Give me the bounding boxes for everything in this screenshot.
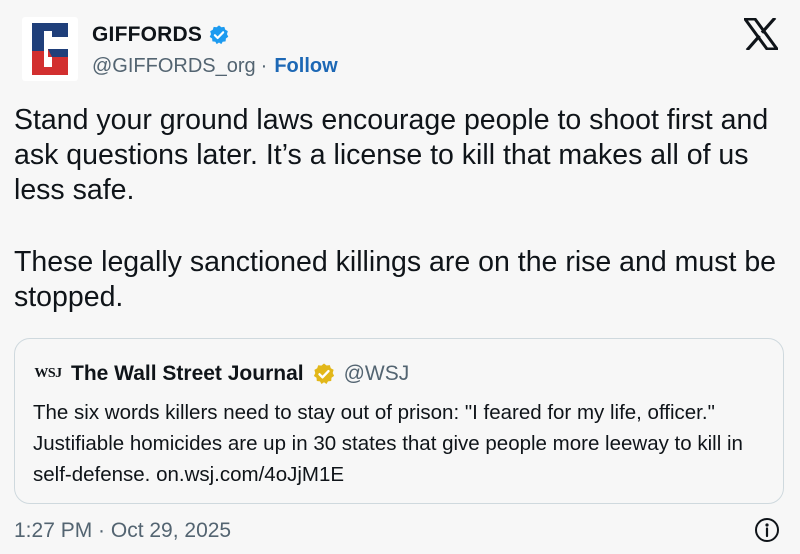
info-icon[interactable]: [754, 517, 780, 543]
quoted-tweet-card[interactable]: WSJ The Wall Street Journal @WSJ The six…: [14, 338, 784, 504]
follow-button[interactable]: Follow: [274, 55, 337, 78]
quote-author-name[interactable]: The Wall Street Journal: [71, 362, 304, 386]
author-display-name[interactable]: GIFFORDS: [92, 23, 202, 47]
quote-author-handle[interactable]: @WSJ: [344, 362, 410, 386]
quote-text: The six words killers need to stay out o…: [33, 401, 743, 486]
verified-gold-check-icon: [313, 363, 334, 384]
wsj-avatar[interactable]: WSJ: [33, 361, 63, 387]
tweet-paragraph: Stand your ground laws encourage people …: [14, 104, 769, 206]
tweet-body: Stand your ground laws encourage people …: [14, 103, 784, 352]
author-handle[interactable]: @GIFFORDS_org: [92, 55, 256, 78]
verified-blue-check-icon: [209, 25, 229, 45]
giffords-logo[interactable]: [22, 17, 78, 81]
tweet-timestamp[interactable]: 1:27 PM · Oct 29, 2025: [14, 519, 231, 543]
tweet-paragraph: These legally sanctioned killings are on…: [14, 246, 777, 313]
x-logo-icon[interactable]: [744, 18, 778, 50]
handle-separator: ·: [260, 55, 268, 77]
